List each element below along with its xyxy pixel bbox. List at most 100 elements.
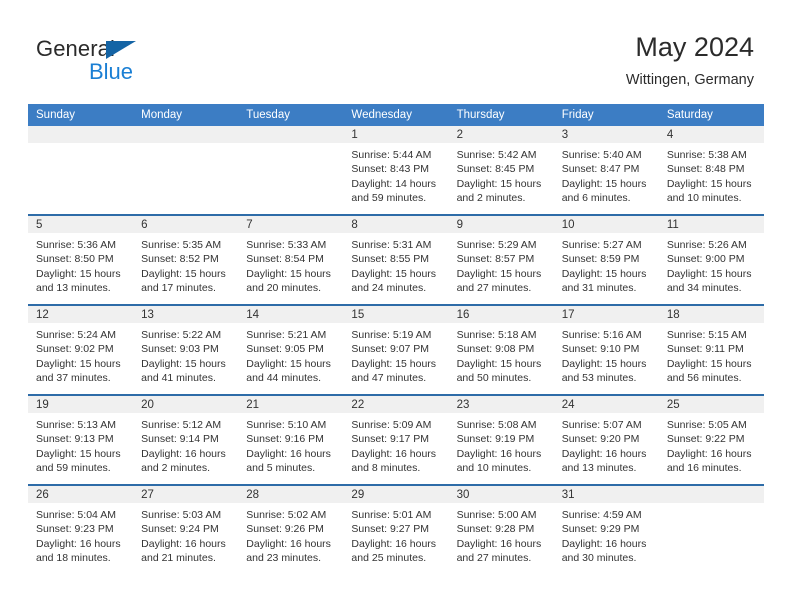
calendar-day-cell[interactable]: 12 Sunrise: 5:24 AM Sunset: 9:02 PM Dayligh… bbox=[28, 304, 134, 395]
daylight-duration-line2: and 44 minutes. bbox=[246, 372, 321, 385]
sunset-time: Sunset: 9:26 PM bbox=[246, 523, 324, 536]
daylight-duration-line1: Daylight: 15 hours bbox=[666, 177, 752, 190]
day-details: Sunrise: 5:15 AM Sunset: 9:11 PM Daylight:… bbox=[659, 323, 764, 390]
day-details: Sunrise: 5:26 AM Sunset: 9:00 PM Daylight:… bbox=[659, 233, 764, 300]
sunset-time: Sunset: 9:10 PM bbox=[561, 343, 640, 356]
calendar-day-cell[interactable]: 7 Sunrise: 5:33 AM Sunset: 8:54 PM Daylight… bbox=[238, 214, 344, 305]
calendar-day-cell[interactable]: 15 Sunrise: 5:19 AM Sunset: 9:07 PM Dayligh… bbox=[343, 304, 449, 395]
sunset-time: Sunset: 9:05 PM bbox=[246, 343, 324, 356]
day-details: Sunrise: 4:59 AM Sunset: 9:29 PM Daylight:… bbox=[554, 503, 659, 570]
day-details: Sunrise: 5:42 AM Sunset: 8:45 PM Daylight:… bbox=[449, 143, 554, 210]
calendar-week-row: 1 Sunrise: 5:44 AM Sunset: 8:43 PM Daylight… bbox=[28, 126, 764, 215]
calendar-day-cell[interactable]: 20 Sunrise: 5:12 AM Sunset: 9:14 PM Dayligh… bbox=[133, 394, 239, 485]
calendar-empty-cell bbox=[238, 126, 344, 215]
calendar-day-cell[interactable]: 19 Sunrise: 5:13 AM Sunset: 9:13 PM Dayligh… bbox=[28, 394, 134, 485]
day-details: Sunrise: 5:07 AM Sunset: 9:20 PM Daylight:… bbox=[554, 413, 659, 480]
sunrise-time: Sunrise: 5:21 AM bbox=[246, 329, 327, 341]
calendar-day-cell[interactable]: 16 Sunrise: 5:18 AM Sunset: 9:08 PM Dayligh… bbox=[448, 304, 554, 395]
day-details: Sunrise: 5:02 AM Sunset: 9:26 PM Daylight:… bbox=[238, 503, 343, 570]
daylight-duration-line2: and 13 minutes. bbox=[36, 282, 111, 295]
calendar-day-cell[interactable]: 30 Sunrise: 5:00 AM Sunset: 9:28 PM Dayligh… bbox=[448, 484, 554, 574]
daylight-duration-line1: Daylight: 16 hours bbox=[666, 447, 752, 460]
daylight-duration-line1: Daylight: 16 hours bbox=[246, 447, 331, 460]
daylight-duration-line1: Daylight: 15 hours bbox=[666, 267, 752, 280]
daylight-duration-line1: Daylight: 16 hours bbox=[351, 537, 437, 550]
calendar-day-cell[interactable]: 25 Sunrise: 5:05 AM Sunset: 9:22 PM Dayligh… bbox=[658, 394, 764, 485]
day-details: Sunrise: 5:29 AM Sunset: 8:57 PM Daylight:… bbox=[449, 233, 554, 300]
sunset-time: Sunset: 9:03 PM bbox=[141, 343, 219, 356]
sunset-time: Sunset: 9:24 PM bbox=[141, 523, 219, 536]
calendar-day-cell[interactable]: 8 Sunrise: 5:31 AM Sunset: 8:55 PM Daylight… bbox=[343, 214, 449, 305]
calendar-week-row: 26 Sunrise: 5:04 AM Sunset: 9:23 PM Dayligh… bbox=[28, 484, 764, 574]
sunrise-time: Sunrise: 5:16 AM bbox=[561, 329, 642, 341]
sunset-time: Sunset: 8:48 PM bbox=[666, 163, 745, 176]
sunset-time: Sunset: 8:45 PM bbox=[456, 163, 535, 176]
day-number: 10 bbox=[553, 216, 659, 233]
calendar-day-cell[interactable]: 13 Sunrise: 5:22 AM Sunset: 9:03 PM Dayligh… bbox=[133, 304, 239, 395]
calendar-day-cell[interactable]: 1 Sunrise: 5:44 AM Sunset: 8:43 PM Daylight… bbox=[343, 126, 449, 215]
calendar-day-cell[interactable]: 24 Sunrise: 5:07 AM Sunset: 9:20 PM Dayligh… bbox=[553, 394, 659, 485]
daylight-duration-line1: Daylight: 15 hours bbox=[246, 357, 331, 370]
day-details: Sunrise: 5:09 AM Sunset: 9:17 PM Daylight:… bbox=[343, 413, 448, 480]
calendar-day-cell[interactable]: 22 Sunrise: 5:09 AM Sunset: 9:17 PM Dayligh… bbox=[343, 394, 449, 485]
day-details: Sunrise: 5:36 AM Sunset: 8:50 PM Daylight:… bbox=[28, 233, 133, 300]
day-number: 29 bbox=[343, 486, 449, 503]
daylight-duration-line2: and 53 minutes. bbox=[561, 372, 637, 385]
calendar-day-cell[interactable]: 17 Sunrise: 5:16 AM Sunset: 9:10 PM Dayligh… bbox=[553, 304, 659, 395]
daylight-duration-line2: and 16 minutes. bbox=[666, 462, 742, 475]
calendar-day-cell[interactable]: 26 Sunrise: 5:04 AM Sunset: 9:23 PM Dayligh… bbox=[28, 484, 134, 574]
sunset-time: Sunset: 9:13 PM bbox=[36, 433, 114, 446]
calendar-body: 1 Sunrise: 5:44 AM Sunset: 8:43 PM Daylight… bbox=[28, 126, 764, 574]
daylight-duration-line1: Daylight: 16 hours bbox=[141, 447, 226, 460]
calendar-day-cell[interactable]: 3 Sunrise: 5:40 AM Sunset: 8:47 PM Daylight… bbox=[553, 126, 659, 215]
calendar-day-cell[interactable]: 31 Sunrise: 4:59 AM Sunset: 9:29 PM Dayligh… bbox=[553, 484, 659, 574]
daylight-duration-line1: Daylight: 15 hours bbox=[36, 447, 121, 460]
daylight-duration-line2: and 59 minutes. bbox=[351, 192, 427, 205]
calendar-day-cell[interactable]: 14 Sunrise: 5:21 AM Sunset: 9:05 PM Dayligh… bbox=[238, 304, 344, 395]
daylight-duration-line1: Daylight: 14 hours bbox=[351, 177, 437, 190]
calendar-day-cell[interactable]: 29 Sunrise: 5:01 AM Sunset: 9:27 PM Dayligh… bbox=[343, 484, 449, 574]
calendar-week-row: 5 Sunrise: 5:36 AM Sunset: 8:50 PM Daylight… bbox=[28, 214, 764, 305]
day-number: 25 bbox=[658, 396, 764, 413]
day-details: Sunrise: 5:01 AM Sunset: 9:27 PM Daylight:… bbox=[343, 503, 448, 570]
calendar-day-cell[interactable]: 5 Sunrise: 5:36 AM Sunset: 8:50 PM Daylight… bbox=[28, 214, 134, 305]
day-details: Sunrise: 5:24 AM Sunset: 9:02 PM Daylight:… bbox=[28, 323, 133, 390]
calendar-day-cell[interactable]: 9 Sunrise: 5:29 AM Sunset: 8:57 PM Daylight… bbox=[448, 214, 554, 305]
sunset-time: Sunset: 9:00 PM bbox=[666, 253, 745, 266]
daylight-duration-line2: and 2 minutes. bbox=[141, 462, 211, 475]
day-number: 27 bbox=[133, 486, 239, 503]
calendar-day-cell[interactable]: 23 Sunrise: 5:08 AM Sunset: 9:19 PM Dayligh… bbox=[448, 394, 554, 485]
day-number: 8 bbox=[343, 216, 449, 233]
calendar-day-cell[interactable]: 18 Sunrise: 5:15 AM Sunset: 9:11 PM Dayligh… bbox=[658, 304, 764, 395]
sunrise-time: Sunrise: 5:35 AM bbox=[141, 239, 222, 251]
generalblue-logo[interactable]: General Blue bbox=[36, 36, 236, 92]
calendar-day-cell[interactable]: 27 Sunrise: 5:03 AM Sunset: 9:24 PM Dayligh… bbox=[133, 484, 239, 574]
day-details: Sunrise: 5:16 AM Sunset: 9:10 PM Daylight:… bbox=[554, 323, 659, 390]
sunrise-time: Sunrise: 5:01 AM bbox=[351, 509, 432, 521]
sunset-time: Sunset: 8:54 PM bbox=[246, 253, 324, 266]
calendar-day-cell[interactable]: 4 Sunrise: 5:38 AM Sunset: 8:48 PM Daylight… bbox=[658, 126, 764, 215]
sunrise-time: Sunrise: 5:22 AM bbox=[141, 329, 222, 341]
calendar-day-cell[interactable]: 21 Sunrise: 5:10 AM Sunset: 9:16 PM Dayligh… bbox=[238, 394, 344, 485]
calendar-day-cell[interactable]: 2 Sunrise: 5:42 AM Sunset: 8:45 PM Daylight… bbox=[448, 126, 554, 215]
calendar-day-cell[interactable]: 28 Sunrise: 5:02 AM Sunset: 9:26 PM Dayligh… bbox=[238, 484, 344, 574]
daylight-duration-line2: and 30 minutes. bbox=[561, 552, 637, 565]
title-block: May 2024 Wittingen, Germany bbox=[626, 30, 754, 90]
weekday-header-saturday: Saturday bbox=[658, 104, 764, 126]
day-number bbox=[238, 126, 344, 143]
day-number bbox=[28, 126, 134, 143]
day-details: Sunrise: 5:44 AM Sunset: 8:43 PM Daylight:… bbox=[343, 143, 448, 210]
calendar-day-cell[interactable]: 10 Sunrise: 5:27 AM Sunset: 8:59 PM Dayligh… bbox=[553, 214, 659, 305]
sunrise-time: Sunrise: 5:40 AM bbox=[561, 149, 642, 161]
day-number: 9 bbox=[448, 216, 554, 233]
calendar-day-cell[interactable]: 11 Sunrise: 5:26 AM Sunset: 9:00 PM Dayligh… bbox=[658, 214, 764, 305]
day-number bbox=[133, 126, 239, 143]
day-number: 24 bbox=[553, 396, 659, 413]
daylight-duration-line1: Daylight: 16 hours bbox=[246, 537, 331, 550]
daylight-duration-line2: and 10 minutes. bbox=[456, 462, 532, 475]
sunset-time: Sunset: 8:59 PM bbox=[561, 253, 640, 266]
sunset-time: Sunset: 9:27 PM bbox=[351, 523, 430, 536]
calendar-day-cell[interactable]: 6 Sunrise: 5:35 AM Sunset: 8:52 PM Daylight… bbox=[133, 214, 239, 305]
day-details: Sunrise: 5:08 AM Sunset: 9:19 PM Daylight:… bbox=[449, 413, 554, 480]
weekday-header-sunday: Sunday bbox=[28, 104, 134, 126]
